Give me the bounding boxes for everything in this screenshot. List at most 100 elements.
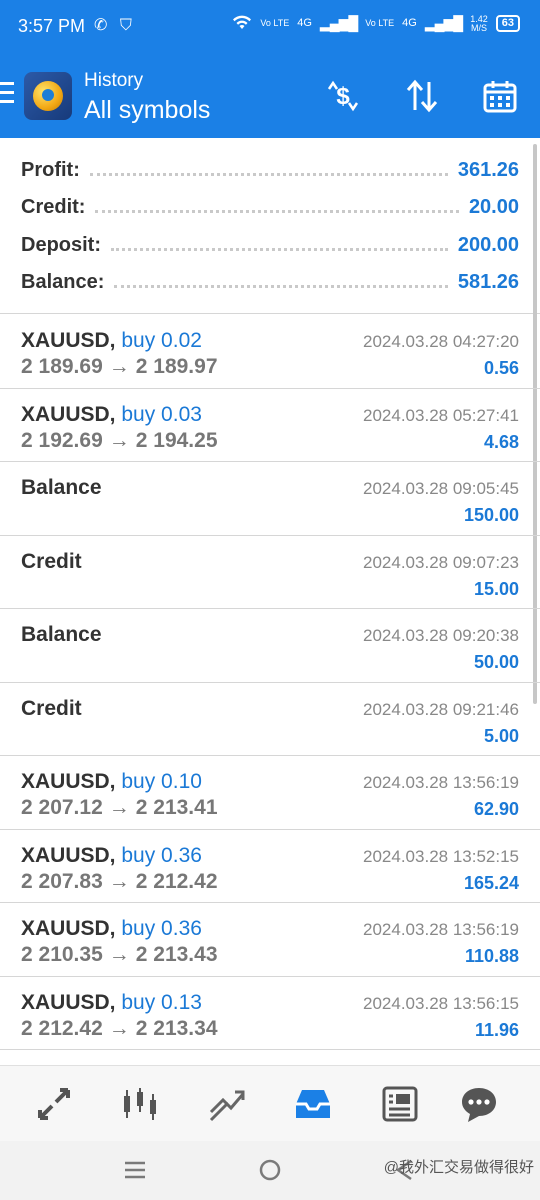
arrow-icon: →	[108, 869, 130, 893]
symbol: Balance	[21, 476, 102, 499]
deal-amount: 15.00	[473, 578, 519, 599]
chat-icon[interactable]	[457, 1082, 501, 1126]
recents-icon[interactable]	[122, 1153, 148, 1187]
close-price: 2 213.34	[135, 1016, 218, 1040]
app-bar: History All symbols $	[0, 54, 540, 138]
battery-icon: 63	[495, 15, 520, 32]
menu-icon[interactable]	[0, 82, 14, 106]
symbol: XAUUSD,	[21, 990, 116, 1014]
deal-side: buy 0.13	[121, 990, 202, 1014]
currency-exchange-icon[interactable]: $	[323, 76, 363, 116]
symbol: XAUUSD,	[21, 843, 116, 867]
deal-side: buy 0.02	[121, 329, 202, 352]
deal-time: 2024.03.28 05:27:41	[363, 405, 519, 425]
summary-row-profit: Profit: 361.26	[21, 158, 519, 181]
volte-label-2: Vo LTE	[365, 18, 395, 28]
status-time: 3:57 PM	[18, 16, 86, 36]
list-item[interactable]: Balance 2024.03.28 09:05:45 150.00	[0, 462, 540, 536]
status-right: Vo LTE 4G ▂▄▆█ Vo LTE 4G ▂▄▆█ 1.42 M/S 6…	[232, 14, 520, 33]
open-price: 2 210.35	[21, 943, 103, 966]
watermark-text: @我外汇交易做得很好	[383, 1159, 534, 1176]
arrow-icon: →	[108, 428, 130, 452]
system-nav-bar: @我外汇交易做得很好	[0, 1141, 540, 1200]
summary-panel: Profit: 361.26 Credit: 20.00 Deposit: 200.0…	[0, 138, 540, 314]
open-price: 2 207.12	[21, 796, 103, 819]
deal-time: 2024.03.28 09:05:45	[363, 479, 519, 498]
arrow-icon: →	[108, 355, 130, 378]
signal-icon-2: ▂▄▆█	[424, 15, 463, 31]
close-price: 2 194.25	[135, 428, 218, 452]
symbol: XAUUSD,	[21, 402, 116, 426]
deal-side: buy 0.10	[121, 770, 202, 793]
open-price: 2 212.42	[21, 1016, 103, 1040]
deal-amount: 0.56	[483, 358, 519, 378]
symbol: XAUUSD,	[21, 917, 116, 940]
open-price: 2 192.69	[21, 428, 103, 452]
calendar-icon[interactable]	[480, 76, 520, 116]
deal-amount: 11.96	[474, 1019, 519, 1040]
history-icon[interactable]	[291, 1082, 335, 1126]
news-icon[interactable]	[378, 1082, 422, 1126]
deal-amount: 4.68	[483, 431, 519, 452]
summary-row-balance: Balance: 581.26	[21, 270, 519, 293]
list-item[interactable]: XAUUSD, buy 0.36 2 207.83 → 2 212.42 2024.…	[0, 830, 540, 903]
sort-icon[interactable]	[402, 76, 442, 116]
deal-amount: 150.00	[463, 505, 519, 525]
symbol: Credit	[21, 549, 82, 573]
list-item[interactable]: XAUUSD, buy 0.02 2 189.69 → 2 189.97 2024.…	[0, 315, 540, 389]
summary-row-deposit: Deposit: 200.00	[21, 233, 519, 256]
open-price: 2 189.69	[21, 355, 103, 378]
history-list: XAUUSD, buy 0.02 2 189.69 → 2 189.97 2024.…	[0, 315, 540, 1050]
list-item[interactable]: XAUUSD, buy 0.03 2 192.69 → 2 194.25 2024.…	[0, 389, 540, 462]
symbol: XAUUSD,	[21, 329, 116, 352]
deal-side: buy 0.36	[121, 843, 202, 867]
deal-amount: 62.90	[473, 799, 519, 819]
status-bar: 3:57 PM ✆ ⛉ Vo LTE 4G ▂▄▆█ Vo LTE 4G ▂▄▆…	[0, 0, 540, 54]
symbol: Balance	[21, 623, 102, 646]
symbol: XAUUSD,	[21, 770, 116, 793]
symbol: Credit	[21, 696, 82, 720]
arrow-icon: →	[108, 943, 130, 966]
trade-icon[interactable]	[205, 1082, 249, 1126]
header-subtitle: History	[84, 70, 144, 91]
open-price: 2 207.83	[21, 869, 103, 893]
close-price: 2 213.41	[135, 796, 218, 819]
whatsapp-icon: ✆	[94, 17, 112, 34]
deal-time: 2024.03.28 13:52:15	[363, 846, 519, 866]
arrow-icon: →	[108, 796, 130, 819]
close-price: 2 212.42	[135, 869, 218, 893]
deal-amount: 110.88	[464, 946, 519, 966]
arrow-icon: →	[108, 1016, 130, 1040]
net-speed: 1.42 M/S	[470, 13, 488, 33]
chart-icon[interactable]	[118, 1082, 162, 1126]
deal-amount: 50.00	[473, 652, 519, 672]
close-price: 2 189.97	[135, 355, 218, 378]
deal-side: buy 0.03	[121, 402, 202, 426]
home-icon[interactable]	[257, 1153, 283, 1187]
deal-amount: 5.00	[483, 725, 519, 746]
header-title[interactable]: All symbols	[84, 96, 210, 125]
deal-time: 2024.03.28 13:56:19	[363, 773, 519, 792]
shield-check-icon: ⛉	[119, 17, 136, 34]
deal-time: 2024.03.28 13:56:19	[363, 920, 519, 939]
app-logo	[24, 72, 72, 120]
list-item[interactable]: Credit 2024.03.28 09:21:46 5.00	[0, 683, 540, 756]
list-item[interactable]: Credit 2024.03.28 09:07:23 15.00	[0, 536, 540, 609]
wifi-icon	[232, 14, 252, 33]
list-item[interactable]: XAUUSD, buy 0.10 2 207.12 → 2 213.41 2024.…	[0, 756, 540, 830]
deal-time: 2024.03.28 09:20:38	[363, 626, 519, 645]
close-price: 2 213.43	[135, 943, 218, 966]
deal-time: 2024.03.28 13:56:15	[363, 993, 519, 1013]
deal-time: 2024.03.28 04:27:20	[363, 332, 519, 351]
list-item[interactable]: Balance 2024.03.28 09:20:38 50.00	[0, 609, 540, 683]
quotes-icon[interactable]	[32, 1082, 76, 1126]
deal-time: 2024.03.28 09:21:46	[363, 699, 519, 719]
list-item[interactable]: XAUUSD, buy 0.36 2 210.35 → 2 213.43 2024.…	[0, 903, 540, 977]
volte-label: Vo LTE	[260, 18, 290, 28]
list-item[interactable]: XAUUSD, buy 0.13 2 212.42 → 2 213.34 2024.…	[0, 977, 540, 1050]
deal-amount: 165.24	[463, 872, 519, 893]
signal-icon: ▂▄▆█	[319, 15, 358, 31]
summary-row-credit: Credit: 20.00	[21, 195, 519, 218]
svg-text:$: $	[336, 83, 350, 110]
deal-side: buy 0.36	[121, 917, 202, 940]
